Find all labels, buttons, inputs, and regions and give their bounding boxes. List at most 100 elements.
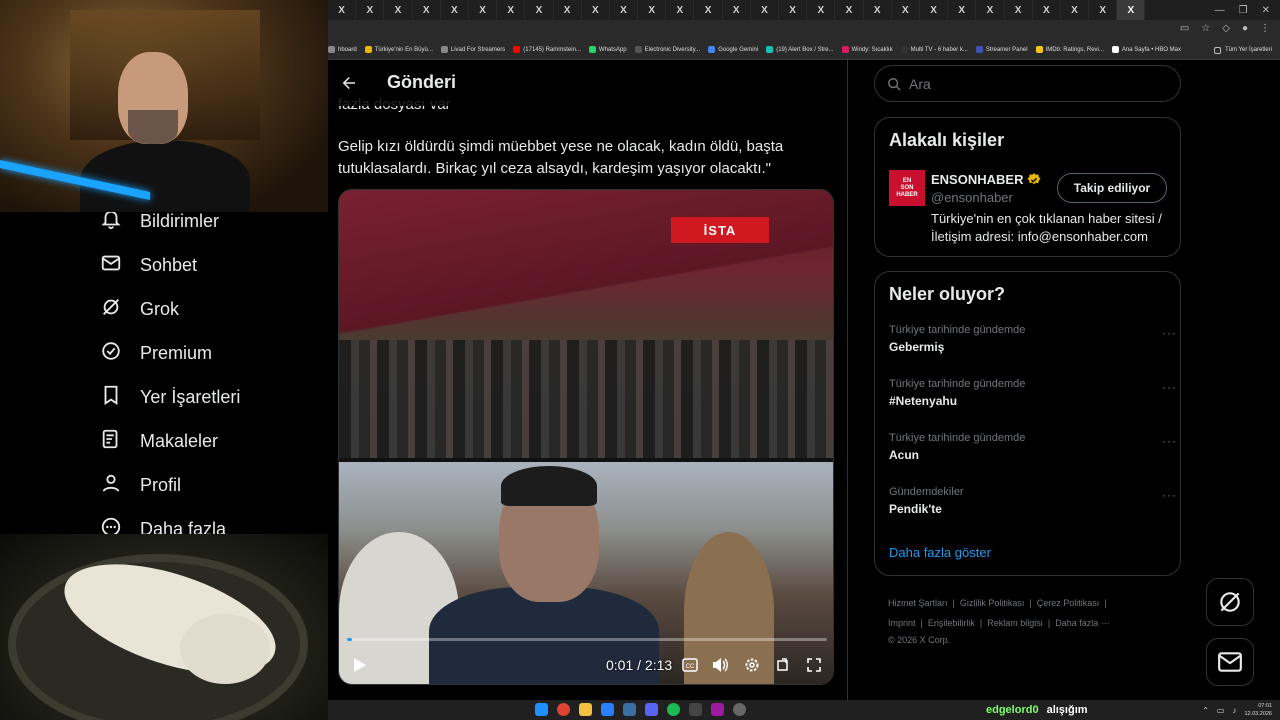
menu-icon[interactable]: ⋮ — [1260, 23, 1270, 34]
browser-tab[interactable]: X — [554, 0, 582, 20]
footer-link[interactable]: Gizlilik Politikası — [960, 598, 1025, 608]
footer-link[interactable]: Daha fazla ··· — [1055, 618, 1110, 628]
star-icon[interactable]: ☆ — [1201, 23, 1210, 34]
browser-tab[interactable]: X — [441, 0, 469, 20]
bookmark-item[interactable]: Windy: Sıcaklık — [841, 46, 893, 53]
browser-tab[interactable]: X — [413, 0, 441, 20]
bookmark-item[interactable]: Türkiye'nin En Büyü... — [364, 46, 433, 53]
nav-item[interactable]: Yer İşaretleri — [100, 384, 240, 410]
nav-item[interactable]: Grok — [100, 296, 179, 322]
browser-tab[interactable]: X — [807, 0, 836, 20]
steam-icon[interactable] — [623, 703, 636, 716]
profile-icon[interactable]: ● — [1242, 23, 1248, 34]
search-input[interactable] — [909, 75, 1159, 92]
all-bookmarks-button[interactable]: Tüm Yer İşaretleri — [1207, 40, 1272, 59]
browser-tab[interactable]: X — [976, 0, 1005, 20]
post-video[interactable]: İSTA 0:01 / 2:13 CC — [338, 189, 834, 685]
messages-fab-button[interactable] — [1206, 638, 1254, 686]
show-more-link[interactable]: Daha fazla göster — [889, 545, 991, 560]
minimize-icon[interactable]: — — [1215, 5, 1225, 16]
more-icon[interactable]: ··· — [1162, 326, 1177, 340]
bookmark-item[interactable]: (19) Alert Box / Stre... — [766, 46, 834, 53]
browser-tab[interactable]: X — [497, 0, 526, 20]
footer-link[interactable]: Erişilebilirlik — [928, 618, 975, 628]
bookmark-item[interactable]: Ana Sayfa • HBO Max — [1111, 46, 1181, 53]
browser-tab[interactable]: X — [694, 0, 723, 20]
browser-tab[interactable]: X — [892, 0, 920, 20]
browser-tab[interactable]: X — [469, 0, 498, 20]
browser-tab[interactable]: X — [864, 0, 892, 20]
browser-tab[interactable]: X — [1005, 0, 1033, 20]
more-icon[interactable]: ··· — [1162, 434, 1177, 448]
app-icon[interactable] — [601, 703, 614, 716]
folder-icon[interactable] — [579, 703, 592, 716]
bookmark-item[interactable]: Electronic Diversity... — [634, 46, 700, 53]
fullscreen-button[interactable] — [805, 656, 823, 674]
grok-fab-button[interactable] — [1206, 578, 1254, 626]
tray-chevron-icon[interactable]: ⌃ — [1202, 706, 1209, 715]
browser-tab[interactable]: X — [666, 0, 695, 20]
obs-icon[interactable] — [733, 703, 746, 716]
browser-tab[interactable]: X — [1117, 0, 1146, 20]
browser-tab[interactable]: X — [1061, 0, 1090, 20]
chrome-icon[interactable] — [557, 703, 570, 716]
bookmark-item[interactable]: IMDb: Ratings, Revi... — [1035, 46, 1104, 53]
extension-icon[interactable]: ◇ — [1222, 23, 1230, 34]
play-button[interactable] — [349, 654, 371, 676]
browser-tab[interactable]: X — [948, 0, 977, 20]
browser-tab[interactable]: X — [356, 0, 385, 20]
footer-link[interactable]: Reklam bilgisi — [987, 618, 1043, 628]
bookmark-item[interactable]: Livad For Streamers — [440, 46, 505, 53]
app-icon[interactable] — [689, 703, 702, 716]
cast-icon[interactable]: ▭ — [1180, 23, 1189, 34]
browser-tab[interactable]: X — [638, 0, 667, 20]
more-icon[interactable]: ··· — [1162, 380, 1177, 394]
browser-tab[interactable]: X — [582, 0, 610, 20]
footer-link[interactable]: Çerez Politikası — [1037, 598, 1100, 608]
account-name[interactable]: ENSONHABER — [931, 172, 1042, 187]
bookmark-item[interactable]: Streamer Panel — [975, 46, 1028, 53]
browser-tab[interactable]: X — [1089, 0, 1118, 20]
spotify-icon[interactable] — [667, 703, 680, 716]
restore-icon[interactable]: ❐ — [1239, 5, 1248, 16]
trend-item[interactable]: Türkiye tarihinde gündemde Gebermiş ··· — [889, 324, 1176, 354]
browser-tab[interactable]: X — [835, 0, 864, 20]
discord-icon[interactable] — [645, 703, 658, 716]
bookmark-item[interactable]: (17145) Rammstein... — [513, 46, 581, 53]
app-icon[interactable] — [711, 703, 724, 716]
dock-button[interactable] — [775, 656, 793, 674]
browser-tab[interactable]: X — [328, 0, 357, 20]
search-box[interactable] — [874, 65, 1181, 102]
following-button[interactable]: Takip ediliyor — [1057, 173, 1167, 203]
browser-tab[interactable]: X — [525, 0, 554, 20]
browser-tab[interactable]: X — [723, 0, 751, 20]
video-progress-bar[interactable] — [347, 638, 827, 641]
close-window-icon[interactable]: ✕ — [1262, 5, 1270, 16]
account-avatar[interactable]: EN SON HABER — [889, 170, 925, 206]
footer-link[interactable]: Imprint — [888, 618, 916, 628]
browser-tab[interactable]: X — [751, 0, 779, 20]
nav-item[interactable]: Premium — [100, 340, 212, 366]
trend-item[interactable]: Türkiye tarihinde gündemde #Netenyahu ··… — [889, 378, 1176, 408]
browser-tab[interactable]: X — [779, 0, 808, 20]
network-icon[interactable]: ▭ — [1217, 706, 1225, 715]
bookmark-item[interactable]: hboard — [328, 46, 357, 53]
settings-button[interactable] — [743, 656, 761, 674]
trend-item[interactable]: Türkiye tarihinde gündemde Acun ··· — [889, 432, 1176, 462]
nav-item[interactable]: Sohbet — [100, 252, 197, 278]
clock[interactable]: 07:01 12.03.2026 — [1244, 702, 1272, 718]
more-icon[interactable]: ··· — [1162, 488, 1177, 502]
bookmark-item[interactable]: WhatsApp — [588, 46, 627, 53]
footer-link[interactable]: Hizmet Şartları — [888, 598, 948, 608]
browser-tab[interactable]: X — [384, 0, 413, 20]
nav-item[interactable]: Bildirimler — [100, 212, 219, 234]
trend-item[interactable]: Gündemdekiler Pendik'te ··· — [889, 486, 1176, 516]
bookmark-item[interactable]: Multi TV - 6 haber k... — [900, 46, 968, 53]
browser-tab[interactable]: X — [920, 0, 949, 20]
volume-button[interactable] — [711, 656, 729, 674]
nav-item[interactable]: Makaleler — [100, 428, 218, 454]
speaker-icon[interactable]: ♪ — [1232, 706, 1236, 715]
browser-tab[interactable]: X — [610, 0, 639, 20]
captions-button[interactable]: CC — [681, 656, 699, 674]
bookmark-item[interactable]: Google Gemini — [708, 46, 758, 53]
